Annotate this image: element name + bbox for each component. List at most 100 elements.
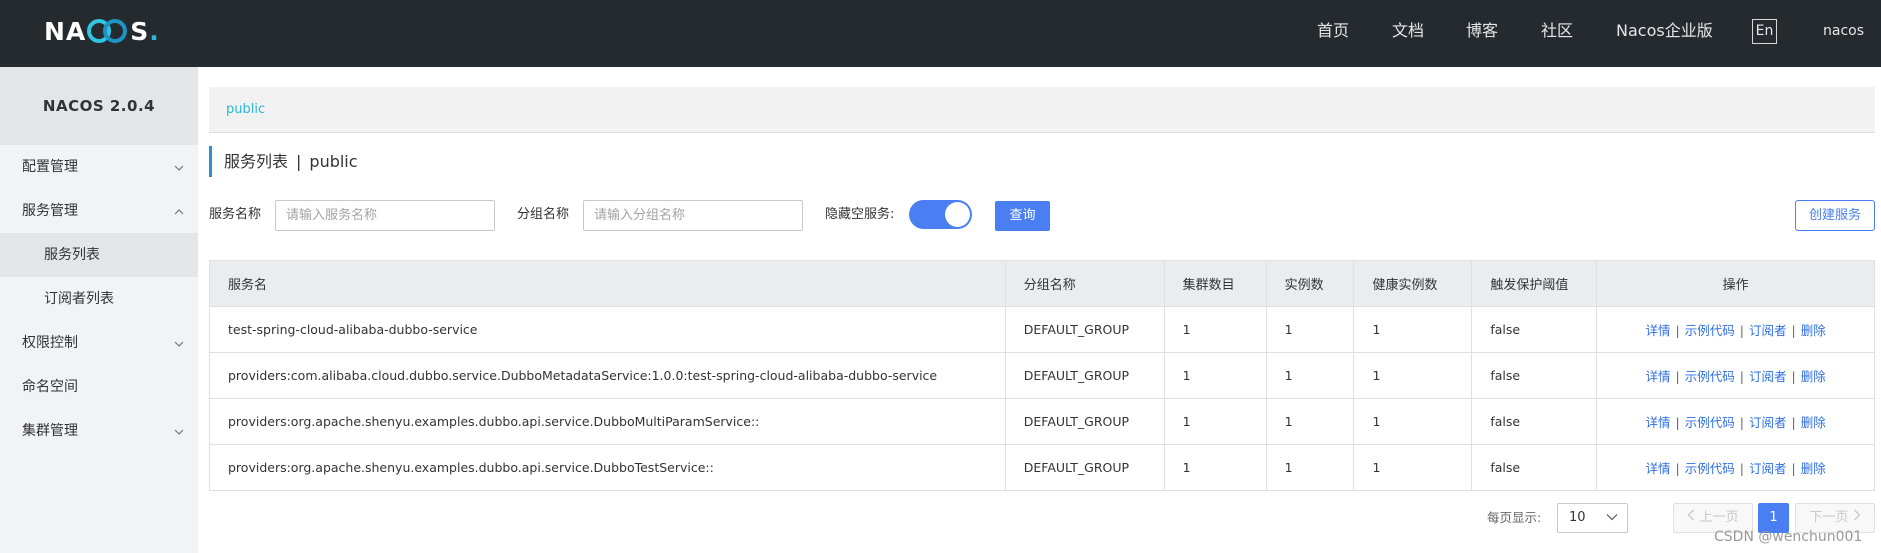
column-header: 集群数目 bbox=[1163, 260, 1267, 307]
sidebar-item-service-management[interactable]: 服务管理 bbox=[0, 189, 198, 233]
nacos-logo[interactable]: NA S . bbox=[44, 14, 160, 48]
action-separator: | bbox=[1739, 415, 1744, 430]
user-menu[interactable]: nacos bbox=[1823, 0, 1864, 62]
delete-link[interactable]: 删除 bbox=[1801, 369, 1826, 384]
subscriber-link[interactable]: 订阅者 bbox=[1749, 369, 1787, 384]
cell-actions: 详情 | 示例代码 | 订阅者 | 删除 bbox=[1596, 398, 1875, 445]
prev-page-label: 上一页 bbox=[1699, 510, 1739, 525]
query-button[interactable]: 查询 bbox=[995, 201, 1050, 231]
cell-service-name: providers:org.apache.shenyu.examples.dub… bbox=[209, 398, 1006, 445]
cell-service-name: providers:org.apache.shenyu.examples.dub… bbox=[209, 444, 1006, 491]
detail-link[interactable]: 详情 bbox=[1646, 323, 1671, 338]
action-separator: | bbox=[1791, 415, 1796, 430]
nav-blog[interactable]: 博客 bbox=[1466, 0, 1498, 62]
namespace-link-public[interactable]: public bbox=[226, 87, 265, 133]
detail-link[interactable]: 详情 bbox=[1646, 369, 1671, 384]
title-separator: | bbox=[296, 152, 302, 171]
cell-protect-threshold: false bbox=[1471, 398, 1598, 445]
next-page-label: 下一页 bbox=[1809, 510, 1849, 525]
column-header: 分组名称 bbox=[1004, 260, 1165, 307]
sidebar-item-cluster-management[interactable]: 集群管理 bbox=[0, 409, 198, 453]
language-switch-button[interactable]: En bbox=[1752, 19, 1777, 44]
sidebar-item-access-control[interactable]: 权限控制 bbox=[0, 321, 198, 365]
column-header: 实例数 bbox=[1265, 260, 1355, 307]
cell-healthy-count: 1 bbox=[1353, 444, 1473, 491]
sidebar-item-label: 配置管理 bbox=[22, 159, 78, 175]
cell-protect-threshold: false bbox=[1471, 306, 1598, 353]
cell-instance-count: 1 bbox=[1265, 306, 1355, 353]
action-separator: | bbox=[1791, 461, 1796, 476]
cell-protect-threshold: false bbox=[1471, 352, 1598, 399]
create-service-button[interactable]: 创建服务 bbox=[1795, 200, 1875, 231]
detail-link[interactable]: 详情 bbox=[1646, 415, 1671, 430]
cell-group-name: DEFAULT_GROUP bbox=[1004, 398, 1165, 445]
sample-code-link[interactable]: 示例代码 bbox=[1685, 323, 1735, 338]
table-row: providers:com.alibaba.cloud.dubbo.servic… bbox=[209, 352, 1875, 399]
chevron-down-icon bbox=[1606, 504, 1618, 532]
subscriber-link[interactable]: 订阅者 bbox=[1749, 415, 1787, 430]
action-separator: | bbox=[1791, 369, 1796, 384]
table-header-row: 服务名 分组名称 集群数目 实例数 健康实例数 触发保护阈值 操作 bbox=[209, 260, 1875, 307]
logo-dot: . bbox=[149, 16, 160, 46]
csdn-watermark: CSDN @wenchun001 bbox=[1714, 529, 1863, 545]
cell-group-name: DEFAULT_GROUP bbox=[1004, 352, 1165, 399]
cell-service-name: providers:com.alibaba.cloud.dubbo.servic… bbox=[209, 352, 1006, 399]
page-title-main: 服务列表 bbox=[224, 152, 289, 171]
column-header: 服务名 bbox=[209, 260, 1006, 307]
chevron-up-icon bbox=[172, 189, 186, 233]
sidebar-item-label: 命名空间 bbox=[22, 379, 78, 395]
column-header: 触发保护阈值 bbox=[1471, 260, 1598, 307]
page-size-value: 10 bbox=[1569, 510, 1586, 525]
sidebar-item-label: 集群管理 bbox=[22, 423, 78, 439]
sample-code-link[interactable]: 示例代码 bbox=[1685, 415, 1735, 430]
cell-service-name: test-spring-cloud-alibaba-dubbo-service bbox=[209, 306, 1006, 353]
subscriber-link[interactable]: 订阅者 bbox=[1749, 323, 1787, 338]
sidebar-item-config-management[interactable]: 配置管理 bbox=[0, 145, 198, 189]
cell-actions: 详情 | 示例代码 | 订阅者 | 删除 bbox=[1596, 352, 1875, 399]
column-header: 健康实例数 bbox=[1353, 260, 1473, 307]
cell-protect-threshold: false bbox=[1471, 444, 1598, 491]
nav-home[interactable]: 首页 bbox=[1317, 0, 1349, 62]
page-size-select[interactable]: 10 bbox=[1557, 503, 1628, 533]
sidebar-item-label: 服务列表 bbox=[44, 247, 100, 263]
action-separator: | bbox=[1739, 461, 1744, 476]
sidebar-item-service-list[interactable]: 服务列表 bbox=[0, 233, 198, 277]
subscriber-link[interactable]: 订阅者 bbox=[1749, 461, 1787, 476]
sample-code-link[interactable]: 示例代码 bbox=[1685, 461, 1735, 476]
cell-cluster-count: 1 bbox=[1163, 352, 1267, 399]
top-navbar: NA S . 首页 文档 博客 社区 Nacos企业版 En nacos bbox=[0, 0, 1881, 67]
table-row: test-spring-cloud-alibaba-dubbo-service … bbox=[209, 306, 1875, 353]
nav-community[interactable]: 社区 bbox=[1541, 0, 1573, 62]
nav-enterprise[interactable]: Nacos企业版 bbox=[1616, 0, 1713, 62]
sample-code-link[interactable]: 示例代码 bbox=[1685, 369, 1735, 384]
sidebar-item-namespace[interactable]: 命名空间 bbox=[0, 365, 198, 409]
sidebar-item-subscriber-list[interactable]: 订阅者列表 bbox=[0, 277, 198, 321]
delete-link[interactable]: 删除 bbox=[1801, 415, 1826, 430]
group-name-input[interactable] bbox=[583, 200, 803, 231]
namespace-bar: public bbox=[209, 87, 1875, 133]
detail-link[interactable]: 详情 bbox=[1646, 461, 1671, 476]
chevron-left-icon bbox=[1687, 509, 1695, 525]
delete-link[interactable]: 删除 bbox=[1801, 323, 1826, 338]
chevron-down-icon bbox=[172, 321, 186, 365]
service-name-input[interactable] bbox=[275, 200, 495, 231]
cell-healthy-count: 1 bbox=[1353, 306, 1473, 353]
logo-rings-icon bbox=[87, 18, 129, 44]
cell-cluster-count: 1 bbox=[1163, 398, 1267, 445]
action-separator: | bbox=[1675, 461, 1680, 476]
cell-healthy-count: 1 bbox=[1353, 352, 1473, 399]
logo-text-prefix: NA bbox=[44, 16, 87, 46]
page-title-namespace: public bbox=[309, 152, 358, 171]
chevron-down-icon bbox=[172, 409, 186, 453]
cell-instance-count: 1 bbox=[1265, 444, 1355, 491]
hide-empty-toggle[interactable] bbox=[909, 200, 972, 229]
service-table: 服务名 分组名称 集群数目 实例数 健康实例数 触发保护阈值 操作 test-s… bbox=[209, 260, 1875, 491]
sidebar: NACOS 2.0.4 配置管理 服务管理 服务列表 订阅者列表 权限控制 命名… bbox=[0, 67, 198, 553]
nav-docs[interactable]: 文档 bbox=[1392, 0, 1424, 62]
action-separator: | bbox=[1675, 369, 1680, 384]
group-name-label: 分组名称 bbox=[517, 207, 570, 222]
action-separator: | bbox=[1675, 415, 1680, 430]
delete-link[interactable]: 删除 bbox=[1801, 461, 1826, 476]
action-separator: | bbox=[1675, 323, 1680, 338]
sidebar-item-label: 订阅者列表 bbox=[44, 291, 114, 307]
